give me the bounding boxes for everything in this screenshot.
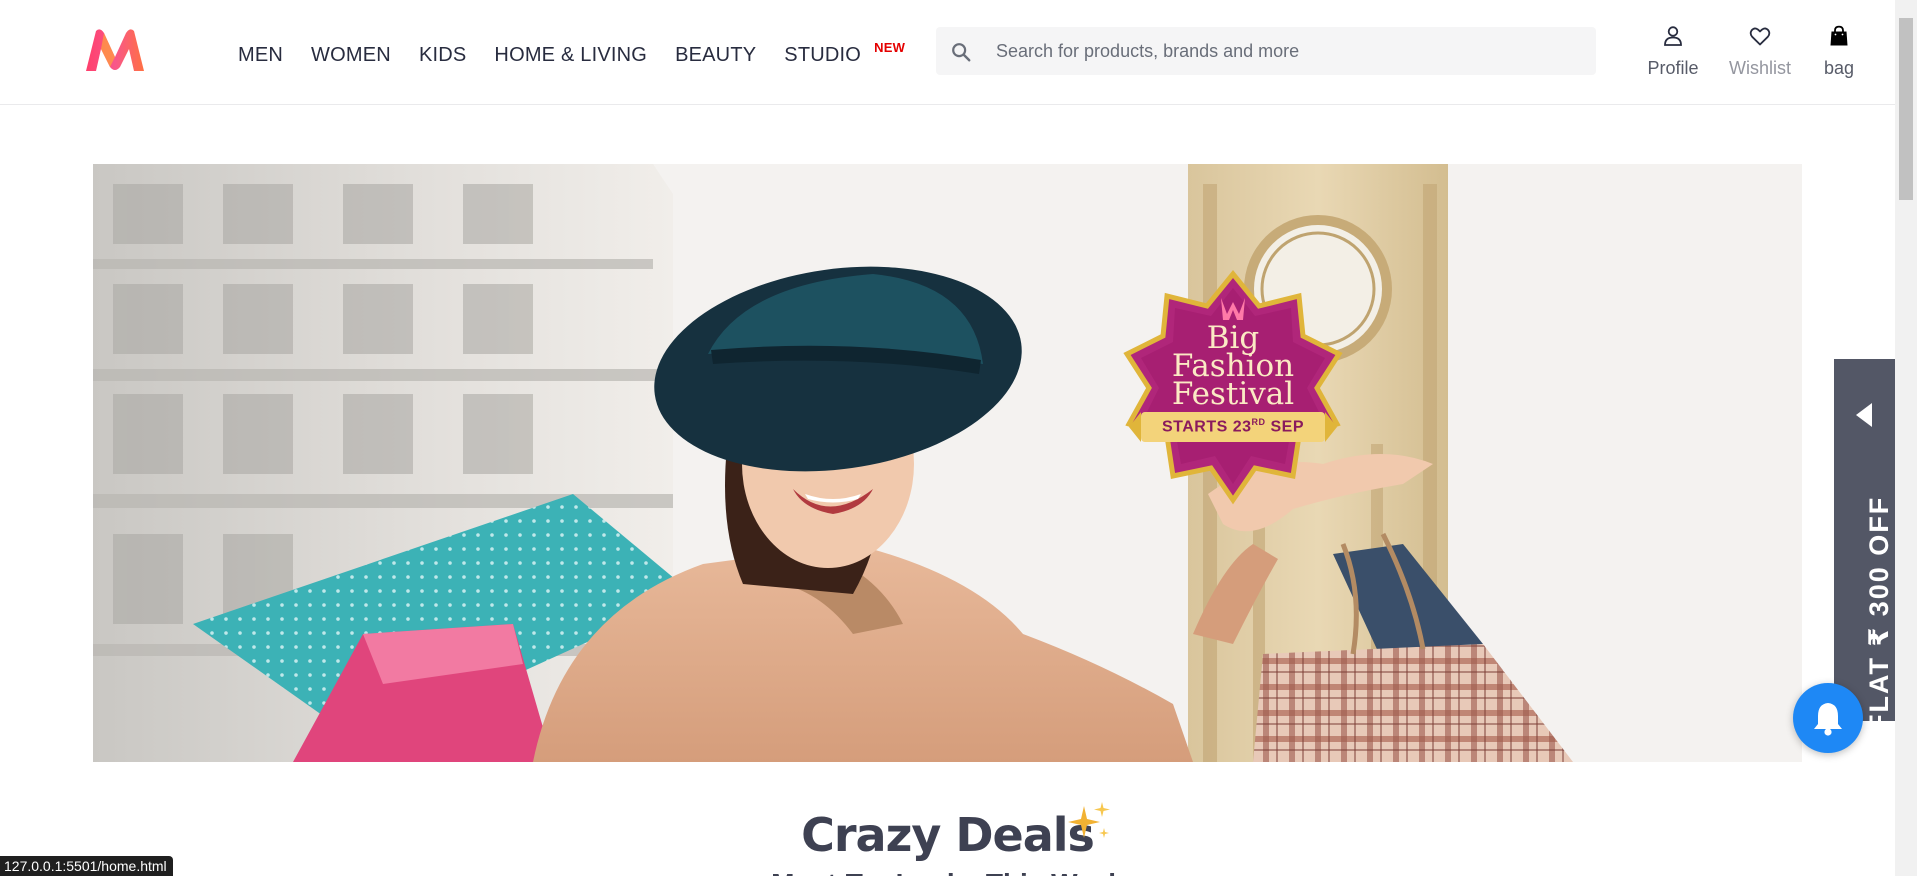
- myntra-logo[interactable]: [84, 27, 146, 73]
- page-scrollbar[interactable]: [1895, 0, 1917, 876]
- sparkle-icon: [1068, 802, 1110, 838]
- search-icon[interactable]: [950, 41, 972, 63]
- search-input[interactable]: [996, 27, 1576, 75]
- scrollbar-thumb[interactable]: [1899, 18, 1913, 200]
- badge-ribbon-text: STARTS 23RD SEP: [1161, 417, 1305, 436]
- bag-label: bag: [1823, 58, 1855, 78]
- badge-line-festival: Festival: [1171, 376, 1295, 412]
- nav-beauty[interactable]: BEAUTY: [675, 44, 756, 67]
- bell-icon: [1814, 703, 1842, 736]
- nav-kids[interactable]: KIDS: [419, 44, 466, 67]
- festival-badge-text: Big Fashion Festival: [1171, 323, 1295, 412]
- nav-home-living[interactable]: HOME & LIVING: [494, 44, 647, 67]
- bag-icon: [1830, 25, 1848, 46]
- wishlist-button[interactable]: Wishlist: [1722, 24, 1798, 79]
- status-bar-url: 127.0.0.1:5501/home.html: [0, 856, 173, 876]
- site-header: MEN WOMEN KIDS HOME & LIVING BEAUTY STUD…: [0, 0, 1895, 105]
- nav-studio[interactable]: STUDIO NEW: [784, 40, 905, 67]
- crazy-deals-title: Crazy Deals: [801, 808, 1095, 862]
- crazy-deals-subtitle: Must-Try Looks This Week: [0, 868, 1895, 876]
- profile-button[interactable]: Profile: [1638, 24, 1708, 79]
- nav-women[interactable]: WOMEN: [311, 44, 391, 67]
- profile-icon: [1664, 26, 1682, 46]
- flat-offer-tab[interactable]: FLAT ₹ 300 OFF: [1834, 359, 1895, 731]
- wishlist-label: Wishlist: [1729, 58, 1791, 78]
- bag-button[interactable]: bag: [1812, 24, 1866, 79]
- profile-label: Profile: [1647, 58, 1699, 78]
- nav-men[interactable]: MEN: [238, 44, 283, 67]
- heart-icon: [1749, 27, 1771, 46]
- caret-left-icon: [1856, 403, 1872, 427]
- hero-banner-image: [93, 164, 1802, 762]
- search-bar: [936, 27, 1596, 75]
- header-actions: Profile Wishlist bag: [1638, 24, 1866, 79]
- hero-banner[interactable]: Big Fashion Festival STARTS 23RD SEP: [93, 164, 1802, 762]
- main-nav: MEN WOMEN KIDS HOME & LIVING BEAUTY STUD…: [238, 40, 905, 67]
- new-badge: NEW: [874, 40, 906, 55]
- flat-offer-text: FLAT ₹ 300 OFF: [1864, 495, 1894, 731]
- nav-studio-label: STUDIO: [784, 44, 862, 66]
- notification-bell-button[interactable]: [1793, 683, 1863, 753]
